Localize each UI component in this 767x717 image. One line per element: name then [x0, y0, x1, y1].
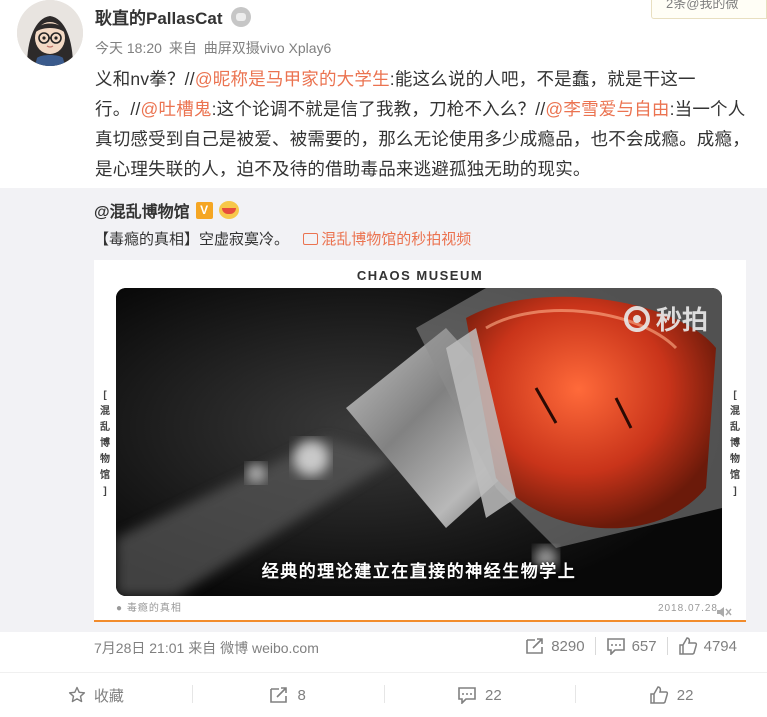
- side-char: 混: [730, 406, 740, 417]
- repost-count: 8290: [551, 637, 585, 655]
- video-progress-bar[interactable]: [94, 620, 746, 622]
- notification-text: 2条@我的微: [666, 0, 739, 11]
- comment-count: 657: [631, 637, 657, 655]
- from-label: 来自: [188, 640, 217, 656]
- avatar[interactable]: [17, 0, 83, 66]
- side-char: 博: [100, 438, 110, 449]
- side-char: 馆: [730, 470, 740, 481]
- comment-icon: [458, 687, 476, 704]
- side-tag-left: [ 混 乱 博 物 馆 ]: [97, 388, 113, 500]
- original-stats: 8290 657 4794: [515, 637, 747, 655]
- avatar-image: [17, 0, 83, 66]
- comment-action-count: 22: [485, 686, 502, 704]
- original-comment-count[interactable]: 657: [594, 637, 667, 655]
- video-link[interactable]: 混乱博物馆的秒拍视频: [303, 231, 471, 248]
- side-char: 馆: [100, 470, 110, 481]
- miaopai-logo-icon: [623, 305, 650, 332]
- text-seg: 义和nv拳？//: [95, 69, 195, 89]
- mention-link[interactable]: @李雪爱与自由: [545, 99, 669, 119]
- repost-icon: [526, 638, 544, 654]
- original-username-link[interactable]: @混乱博物馆: [94, 198, 190, 222]
- username-link[interactable]: 耿直的PallasCat: [95, 4, 223, 29]
- post-meta: 今天 18:20 来自 曲屏双摄vivo Xplay6: [95, 38, 334, 58]
- side-tag-right: [ 混 乱 博 物 馆 ]: [727, 388, 743, 500]
- repost-action-count: 8: [297, 686, 306, 704]
- original-author: @混乱博物馆 V: [94, 198, 239, 222]
- side-char: 博: [730, 438, 740, 449]
- original-like-count[interactable]: 4794: [666, 637, 747, 655]
- post-author: 耿直的PallasCat: [95, 4, 251, 29]
- favorite-label: 收藏: [93, 687, 124, 705]
- repost-icon: [270, 687, 288, 703]
- side-char: 物: [730, 454, 740, 465]
- original-source[interactable]: 微博 weibo.com: [220, 640, 319, 656]
- like-icon: [678, 637, 697, 655]
- notification-bubble[interactable]: 2条@我的微: [651, 0, 767, 19]
- verified-v-icon[interactable]: V: [195, 201, 213, 219]
- side-char: 混: [100, 406, 110, 417]
- video-frame[interactable]: 秒拍 经典的理论建立在直接的神经生物学上: [116, 288, 722, 596]
- video-watermark: 秒拍: [623, 300, 708, 337]
- comment-button[interactable]: 22: [383, 673, 576, 717]
- side-char: 物: [100, 454, 110, 465]
- watermark-text: 秒拍: [655, 305, 708, 335]
- like-button[interactable]: 22: [575, 673, 767, 717]
- like-icon: [650, 686, 668, 704]
- repost-button[interactable]: 8: [191, 673, 384, 717]
- video-footer-date: 2018.07.28: [657, 603, 718, 614]
- video-caption: 经典的理论建立在直接的神经生物学上: [261, 562, 577, 581]
- post-source[interactable]: 曲屏双摄vivo Xplay6: [204, 40, 332, 56]
- video-footer-title: 毒瘾的真相: [126, 603, 182, 614]
- original-text: 【毒瘾的真相】空虚寂寞冷。 混乱博物馆的秒拍视频: [94, 228, 471, 249]
- video-title: CHAOS MUSEUM: [356, 268, 484, 283]
- original-time[interactable]: 7月28日 21:01: [94, 640, 184, 656]
- from-label: 来自: [168, 40, 197, 56]
- star-icon: [68, 686, 85, 703]
- post-text: 义和nv拳？//@昵称是马甲家的大学生:能这么说的人吧，不是蠢，就是干这一行。/…: [95, 64, 755, 184]
- video-footer-left: ● 毒瘾的真相: [116, 603, 182, 614]
- like-action-count: 22: [676, 686, 694, 704]
- side-char: 乱: [100, 422, 110, 433]
- post-time[interactable]: 今天 18:20: [95, 40, 162, 56]
- video-player[interactable]: CHAOS MUSEUM [ 混 乱 博 物 馆 ] [ 混 乱 博 物 馆 ]: [94, 260, 746, 622]
- text-seg: :这个论调不就是信了我教，刀枪不入么？//: [211, 99, 546, 119]
- member-badge-icon[interactable]: [230, 6, 251, 27]
- volume-mute-icon[interactable]: [716, 606, 732, 618]
- mention-link[interactable]: @昵称是马甲家的大学生: [195, 69, 390, 89]
- mention-link[interactable]: @吐槽鬼: [141, 99, 212, 119]
- favorite-button[interactable]: 收藏: [0, 673, 192, 717]
- emoji-badge-icon[interactable]: [218, 201, 239, 219]
- video-link-label: 混乱博物馆的秒拍视频: [321, 231, 472, 248]
- action-bar: 收藏 8 22 22: [0, 672, 767, 717]
- original-meta: 7月28日 21:01 来自 微博 weibo.com: [94, 638, 319, 658]
- original-repost-count[interactable]: 8290: [515, 637, 594, 655]
- like-count: 4794: [703, 637, 737, 655]
- reposted-weibo: @混乱博物馆 V 【毒瘾的真相】空虚寂寞冷。 混乱博物馆的秒拍视频 CHAOS …: [0, 188, 767, 656]
- video-icon: [303, 233, 319, 245]
- original-text-content: 【毒瘾的真相】空虚寂寞冷。: [94, 231, 290, 248]
- comment-icon: [606, 638, 625, 655]
- side-char: 乱: [730, 422, 740, 433]
